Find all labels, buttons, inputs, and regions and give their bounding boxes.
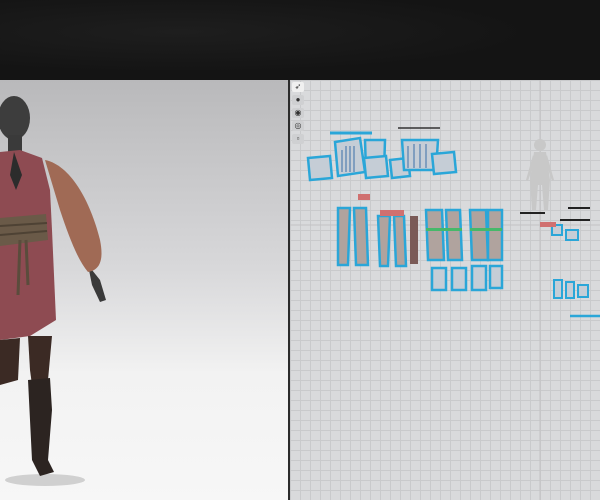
pattern-pieces-lower[interactable] xyxy=(430,264,504,292)
pattern-canvas xyxy=(290,80,600,500)
pattern-tool-strip: ➶ ● ◉ ◎ ▫ xyxy=(292,82,306,144)
boots xyxy=(28,378,54,476)
layer-icon[interactable]: ▫ xyxy=(292,134,304,144)
3d-garment-viewport[interactable] xyxy=(0,80,288,500)
pattern-pieces-tunic[interactable] xyxy=(336,206,504,268)
selected-pieces xyxy=(410,216,418,264)
right-sleeve xyxy=(45,160,102,272)
sewing-icon[interactable]: ◎ xyxy=(292,121,304,131)
tunic xyxy=(0,150,56,340)
2d-pattern-viewport[interactable]: ➶ ● ◉ ◎ ▫ xyxy=(290,80,600,500)
select-arrow-icon[interactable]: ➶ xyxy=(292,82,304,92)
pattern-pieces-bodice[interactable] xyxy=(306,136,458,182)
pattern-pieces-accessories[interactable] xyxy=(551,224,589,299)
transform-icon[interactable]: ● xyxy=(292,95,304,105)
edit-point-icon[interactable]: ◉ xyxy=(292,108,304,118)
floor-shadow xyxy=(5,474,85,486)
belt-tie xyxy=(16,239,22,296)
top-toolbar-area xyxy=(0,0,600,80)
3d-avatar-render xyxy=(0,96,106,486)
strap-accents xyxy=(540,222,556,227)
strap-pieces[interactable] xyxy=(520,207,590,221)
avatar-head xyxy=(0,96,30,140)
waist-seam-markers xyxy=(426,228,502,231)
